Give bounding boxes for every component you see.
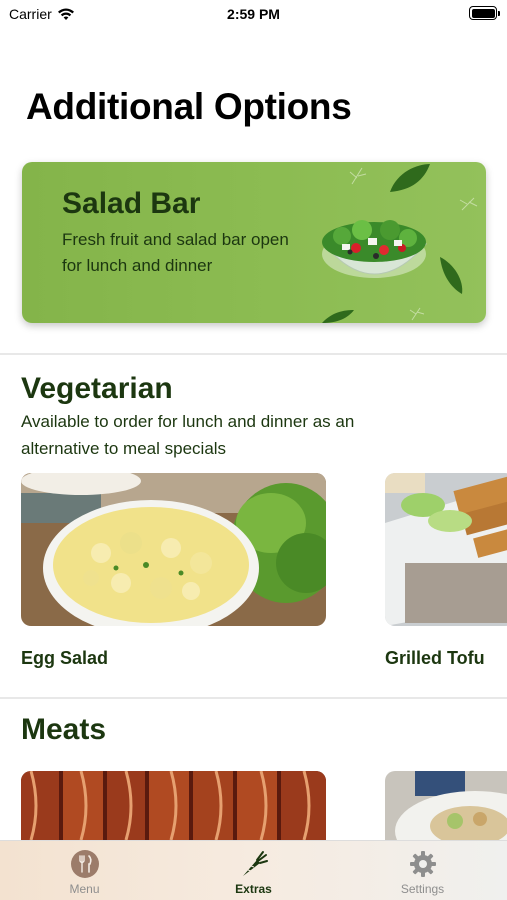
salad-bowl-image [322, 220, 428, 278]
bacon-image [21, 771, 326, 840]
carrot-icon [242, 851, 268, 876]
section-divider [0, 697, 507, 699]
battery-icon [469, 6, 500, 20]
status-time: 2:59 PM [227, 6, 280, 22]
meat-dish-image [385, 771, 507, 840]
salad-bar-title: Salad Bar [62, 187, 201, 220]
egg-salad-image [21, 473, 326, 626]
tab-settings[interactable]: Settings [338, 841, 507, 900]
section-divider [0, 353, 507, 355]
tab-menu-label: Menu [69, 882, 100, 896]
tab-bar: Menu Extras Settings [0, 840, 507, 900]
grilled-tofu-card[interactable] [385, 473, 507, 626]
egg-salad-label: Egg Salad [21, 648, 109, 668]
page-title: Additional Options [26, 86, 352, 127]
salad-bar-card[interactable]: Salad Bar Fresh fruit and salad bar open… [22, 162, 486, 323]
egg-salad-card[interactable] [21, 473, 326, 626]
tab-extras[interactable]: Extras [169, 841, 338, 900]
salad-bar-description: Fresh fruit and salad bar open for lunch… [62, 230, 289, 275]
tab-extras-label: Extras [235, 882, 272, 896]
meat-dish-card[interactable] [385, 771, 507, 840]
tab-menu[interactable]: Menu [0, 841, 169, 900]
grilled-tofu-label: Grilled Tofu [385, 648, 485, 668]
vegetarian-section-description: Available to order for lunch and dinner … [21, 412, 355, 458]
tab-settings-label: Settings [400, 882, 445, 896]
gear-icon [409, 851, 436, 877]
vegetarian-section-title: Vegetarian [21, 372, 173, 405]
status-bar: Carrier 2:59 PM [0, 0, 507, 28]
meats-section-title: Meats [21, 713, 107, 746]
fork-knife-icon [70, 850, 99, 878]
grilled-tofu-image [385, 473, 507, 626]
bacon-card[interactable] [21, 771, 326, 840]
